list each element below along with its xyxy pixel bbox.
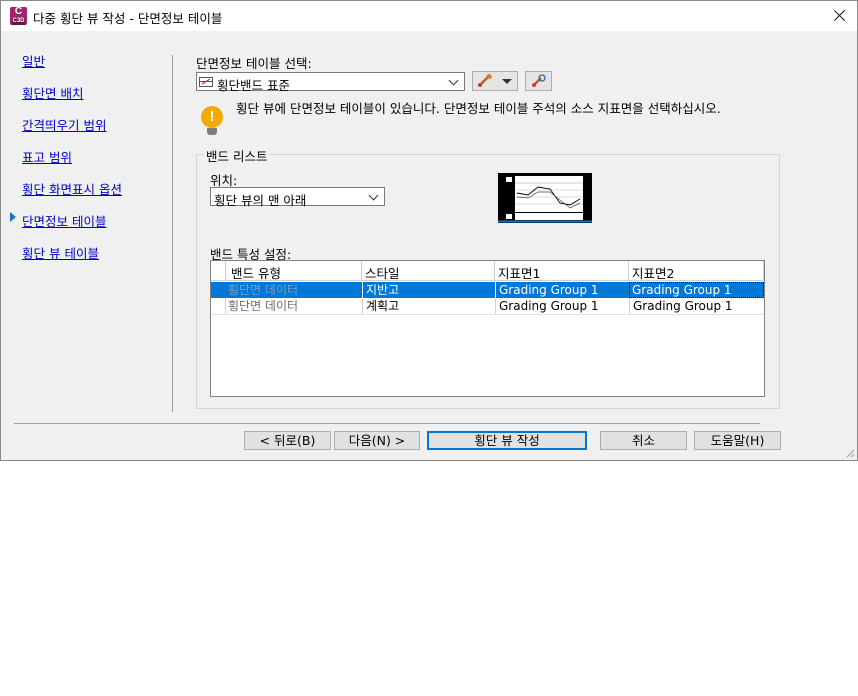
nav-divider <box>172 55 173 412</box>
band-set-edit-button[interactable] <box>472 71 518 91</box>
dialog-window: C C3D 다중 횡단 뷰 작성 - 단면정보 테이블 일반 횡단면 배치 간격… <box>0 0 858 461</box>
help-button[interactable]: 도움말(H) <box>694 431 781 450</box>
current-page-arrow-icon <box>10 212 16 222</box>
chevron-down-icon <box>448 75 459 86</box>
title-bar: C C3D 다중 횡단 뷰 작성 - 단면정보 테이블 <box>1 1 857 31</box>
pick-style-icon <box>532 74 546 87</box>
edit-style-icon <box>478 74 493 87</box>
next-button[interactable]: 다음(N) > <box>334 431 420 450</box>
cell-surface2[interactable]: Grading Group 1 <box>629 282 764 298</box>
position-value: 횡단 뷰의 맨 아래 <box>214 193 307 208</box>
band-set-select[interactable]: 횡단밴드 표준 <box>196 72 465 93</box>
column-header-style[interactable]: 스타일 <box>362 261 495 281</box>
column-header-surface1[interactable]: 지표면1 <box>495 261 629 281</box>
window-title: 다중 횡단 뷰 작성 - 단면정보 테이블 <box>33 11 223 26</box>
row-header-corner <box>211 261 226 281</box>
cancel-button[interactable]: 취소 <box>600 431 687 450</box>
chevron-down-icon <box>368 190 379 201</box>
cell-style[interactable]: 지반고 <box>362 282 495 298</box>
cell-band-type: 횡단면 데이터 <box>228 299 299 313</box>
lightbulb-base <box>207 128 217 135</box>
app-icon-letter: C <box>14 6 23 17</box>
nav-link-display-options[interactable]: 횡단 화면표시 옵션 <box>22 179 122 198</box>
band-set-value: 횡단밴드 표준 <box>217 78 290 93</box>
civil3d-app-icon: C C3D <box>10 7 27 25</box>
band-set-label: 단면정보 테이블 선택: <box>196 56 312 71</box>
cell-band-type: 횡단면 데이터 <box>228 283 299 297</box>
warning-lightbulb-icon: ! <box>201 106 223 128</box>
dropdown-arrow-icon <box>502 79 512 84</box>
row-selector[interactable] <box>211 282 226 298</box>
cell-style[interactable]: 계획고 <box>362 298 495 314</box>
column-header-surface2[interactable]: 지표면2 <box>629 261 764 281</box>
table-row[interactable]: 횡단면 데이터 계획고 Grading Group 1 Grading Grou… <box>211 298 764 315</box>
warning-message: 횡단 뷰에 단면정보 테이블이 있습니다. 단면정보 테이블 주석의 소스 지표… <box>236 101 721 116</box>
nav-link-section-placement[interactable]: 횡단면 배치 <box>22 83 83 102</box>
band-preview-thumbnail <box>498 173 592 223</box>
cell-surface1[interactable]: Grading Group 1 <box>495 282 629 298</box>
band-set-icon <box>199 77 213 87</box>
table-row[interactable]: 횡단면 데이터 지반고 Grading Group 1 Grading Grou… <box>211 282 764 298</box>
resize-grip-icon[interactable] <box>845 448 855 458</box>
nav-link-offset-range[interactable]: 간격띄우기 범위 <box>22 115 106 134</box>
row-selector[interactable] <box>211 298 226 314</box>
back-button[interactable]: < 뒤로(B) <box>244 431 331 450</box>
app-icon-sub: C3D <box>12 18 25 25</box>
cell-surface1[interactable]: Grading Group 1 <box>495 298 629 314</box>
nav-link-general[interactable]: 일반 <box>22 51 45 70</box>
band-list-title: 밴드 리스트 <box>204 146 270 165</box>
band-set-pick-button[interactable] <box>525 71 552 91</box>
column-header-band-type[interactable]: 밴드 유형 <box>226 261 362 281</box>
nav-link-data-bands[interactable]: 단면정보 테이블 <box>22 211 106 230</box>
close-icon[interactable] <box>831 7 849 25</box>
nav-link-view-tables[interactable]: 횡단 뷰 테이블 <box>22 243 99 262</box>
position-select[interactable]: 횡단 뷰의 맨 아래 <box>210 187 385 208</box>
cell-surface2[interactable]: Grading Group 1 <box>629 298 764 314</box>
nav-link-elevation-range[interactable]: 표고 범위 <box>22 147 72 166</box>
create-view-button[interactable]: 횡단 뷰 작성 <box>427 431 587 450</box>
band-properties-table[interactable]: 밴드 유형 스타일 지표면1 지표면2 횡단면 데이터 지반고 Grading … <box>210 260 765 397</box>
footer-divider <box>14 423 760 424</box>
